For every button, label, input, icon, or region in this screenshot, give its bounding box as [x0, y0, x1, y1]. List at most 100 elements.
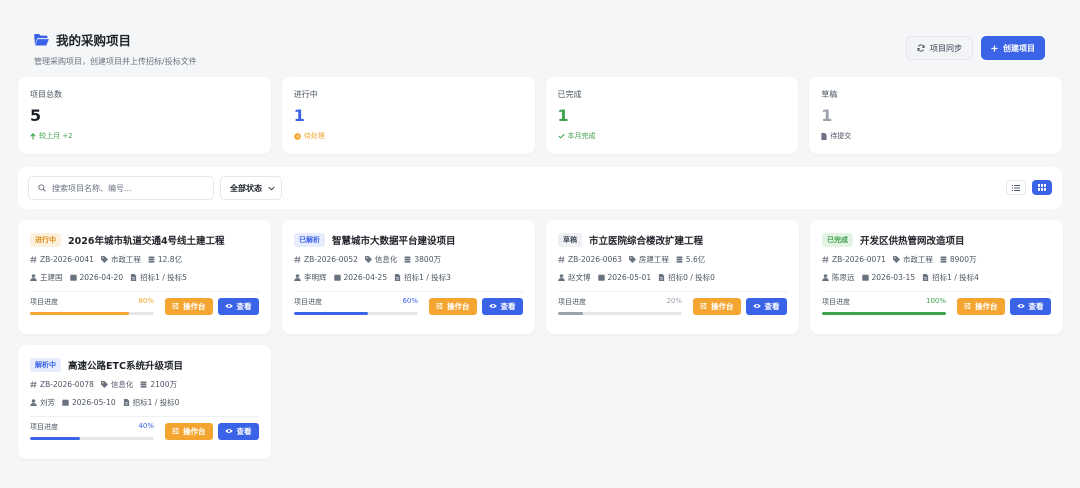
sliders-icon [436, 303, 443, 309]
progress-bar [822, 312, 946, 315]
console-button[interactable]: 操作台 [165, 297, 213, 315]
document-icon [658, 274, 665, 281]
project-date: 2026-04-20 [69, 273, 123, 282]
hash-icon [558, 256, 565, 263]
hash-icon [822, 256, 829, 263]
view-button[interactable]: 查看 [745, 297, 787, 315]
refresh-icon [917, 44, 925, 52]
user-icon [30, 399, 37, 406]
project-code: ZB-2026-0078 [30, 380, 94, 389]
view-button-label: 查看 [236, 426, 252, 436]
project-docs-text: 招标0 / 投标0 [668, 273, 715, 282]
project-owner-text: 刘芳 [40, 398, 55, 407]
view-button[interactable]: 查看 [1009, 297, 1051, 315]
tag-icon [628, 256, 636, 263]
card-footer: 项目进度 80% 操作台 查看 [30, 296, 259, 316]
project-title[interactable]: 高速公路ETC系统升级项目 [68, 358, 183, 372]
grid-view-button[interactable] [1032, 180, 1052, 195]
chevron-down-icon [268, 186, 275, 190]
view-button-label: 查看 [764, 301, 780, 311]
console-button[interactable]: 操作台 [957, 297, 1005, 315]
user-icon [558, 274, 565, 281]
project-owner-text: 王建国 [40, 273, 63, 282]
sync-button-label: 项目同步 [930, 43, 962, 53]
project-title[interactable]: 智慧城市大数据平台建设项目 [332, 233, 456, 247]
project-title[interactable]: 市立医院综合楼改扩建工程 [589, 233, 703, 247]
document-icon [123, 399, 129, 406]
console-button[interactable]: 操作台 [165, 422, 213, 440]
calendar-icon [333, 274, 341, 281]
project-owner: 赵文博 [558, 272, 591, 283]
console-button-label: 操作台 [975, 301, 998, 311]
progress-percent: 20% [666, 297, 682, 305]
project-card: 已解析 智慧城市大数据平台建设项目 ZB-2026-0052 信息化 3800万… [282, 220, 535, 334]
sync-button[interactable]: 项目同步 [906, 36, 973, 60]
project-card: 已完成 开发区供热管网改造项目 ZB-2026-0071 市政工程 8900万 … [810, 220, 1063, 334]
project-docs: 招标1 / 投标3 [394, 272, 451, 283]
progress-percent: 80% [138, 297, 154, 305]
document-icon [394, 274, 401, 281]
view-button[interactable]: 查看 [217, 297, 259, 315]
progress-block: 项目进度 100% [822, 297, 946, 315]
search-input[interactable] [52, 183, 202, 193]
document-icon [130, 274, 137, 281]
status-badge: 已解析 [294, 233, 325, 247]
console-button-label: 操作台 [447, 301, 470, 311]
page: 我的采购项目 管理采购项目，创建项目并上传招标/投标文件 项目同步 创建项目 项… [0, 0, 1080, 488]
project-owner-text: 陈思远 [832, 273, 855, 282]
project-meta-row: ZB-2026-0052 信息化 3800万 [294, 254, 523, 265]
project-category: 市政工程 [100, 254, 141, 265]
view-button[interactable]: 查看 [217, 422, 259, 440]
stat-value: 1 [821, 106, 833, 125]
stat-note-text: 本月完成 [567, 132, 596, 140]
hash-icon [30, 256, 37, 263]
eye-icon [752, 304, 761, 308]
project-docs-text: 招标1 / 投标5 [140, 273, 187, 282]
project-meta-row: 赵文博 2026-05-01 招标0 / 投标0 [558, 272, 787, 283]
project-amount-text: 2100万 [150, 380, 177, 389]
project-title[interactable]: 2026年城市轨道交通4号线土建工程 [68, 233, 225, 247]
project-docs: 招标1 / 投标5 [130, 272, 187, 283]
card-header: 进行中 2026年城市轨道交通4号线土建工程 [30, 233, 259, 247]
file-icon [821, 132, 827, 140]
console-button[interactable]: 操作台 [693, 297, 741, 315]
status-select[interactable]: 全部状态 [220, 176, 282, 200]
progress-bar [30, 312, 154, 315]
progress-percent: 40% [138, 422, 154, 430]
check-icon [557, 133, 565, 139]
sliders-icon [172, 428, 179, 434]
user-icon [30, 274, 37, 281]
project-owner: 刘芳 [30, 397, 55, 408]
calendar-icon [62, 399, 69, 406]
project-docs-text: 招标1 / 投标3 [404, 273, 451, 282]
coins-icon [676, 256, 683, 263]
view-toggle [1006, 180, 1052, 195]
progress-percent: 60% [402, 297, 418, 305]
project-meta-row: ZB-2026-0063 房建工程 5.6亿 [558, 254, 787, 265]
status-badge: 草稿 [558, 233, 582, 247]
stat-note: 本月完成 [557, 131, 787, 141]
card-divider [30, 291, 259, 292]
project-meta-row: 刘芳 2026-05-10 招标1 / 投标0 [30, 397, 259, 408]
hash-icon [30, 381, 37, 388]
status-select-value: 全部状态 [230, 183, 262, 193]
project-meta-row: 王建国 2026-04-20 招标1 / 投标5 [30, 272, 259, 283]
project-category: 房建工程 [628, 254, 669, 265]
stat-card: 草稿 1 待提交 [809, 77, 1062, 154]
list-view-button[interactable] [1006, 180, 1026, 195]
console-button[interactable]: 操作台 [429, 297, 477, 315]
tag-icon [364, 256, 372, 263]
progress-fill [294, 312, 369, 315]
sliders-icon [964, 303, 971, 309]
calendar-icon [69, 274, 77, 281]
search-box[interactable] [28, 176, 214, 200]
create-button-label: 创建项目 [1003, 43, 1035, 53]
project-amount: 3800万 [404, 254, 441, 265]
view-button[interactable]: 查看 [481, 297, 523, 315]
project-title[interactable]: 开发区供热管网改造项目 [860, 233, 965, 247]
create-project-button[interactable]: 创建项目 [981, 36, 1045, 60]
tag-icon [100, 381, 108, 388]
project-meta-row: ZB-2026-0041 市政工程 12.8亿 [30, 254, 259, 265]
project-category: 信息化 [364, 254, 397, 265]
stat-value: 5 [30, 106, 42, 125]
